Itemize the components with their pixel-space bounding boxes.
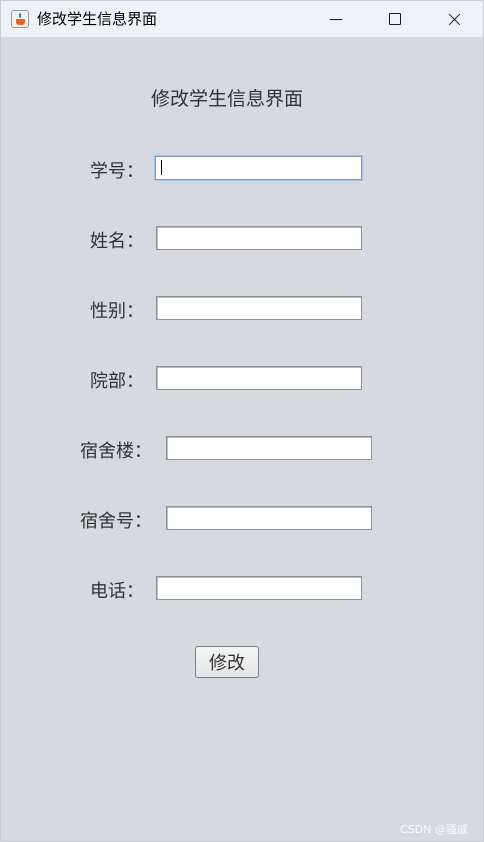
department-input[interactable] xyxy=(156,366,362,390)
modify-button[interactable]: 修改 xyxy=(195,646,259,678)
window-title: 修改学生信息界面 xyxy=(37,10,158,28)
maximize-icon xyxy=(389,13,401,25)
app-window: 修改学生信息界面 修改学生信息界面 学号： 姓名： 性别： 院部： 宿舍楼： 宿… xyxy=(0,0,484,842)
name-label: 姓名： xyxy=(90,231,144,252)
title-bar[interactable]: 修改学生信息界面 xyxy=(1,1,483,37)
name-input[interactable] xyxy=(156,226,362,250)
text-caret xyxy=(161,160,162,175)
gender-input[interactable] xyxy=(156,296,362,320)
phone-input[interactable] xyxy=(156,576,362,600)
form-heading: 修改学生信息界面 xyxy=(150,88,303,110)
close-button[interactable] xyxy=(425,1,483,37)
student-id-input[interactable] xyxy=(155,156,362,180)
java-cup-icon xyxy=(11,10,29,28)
student-id-label: 学号： xyxy=(90,161,144,182)
maximize-button[interactable] xyxy=(366,1,424,37)
dorm-building-label: 宿舍楼： xyxy=(80,441,152,462)
watermark: CSDN @骚戚 xyxy=(400,823,468,836)
dorm-number-input[interactable] xyxy=(166,506,372,530)
minimize-icon xyxy=(330,19,342,20)
gender-label: 性别： xyxy=(90,301,144,322)
department-label: 院部： xyxy=(90,371,144,392)
phone-label: 电话： xyxy=(90,581,144,602)
dorm-number-label: 宿舍号： xyxy=(80,511,152,532)
dorm-building-input[interactable] xyxy=(166,436,372,460)
minimize-button[interactable] xyxy=(307,1,365,37)
